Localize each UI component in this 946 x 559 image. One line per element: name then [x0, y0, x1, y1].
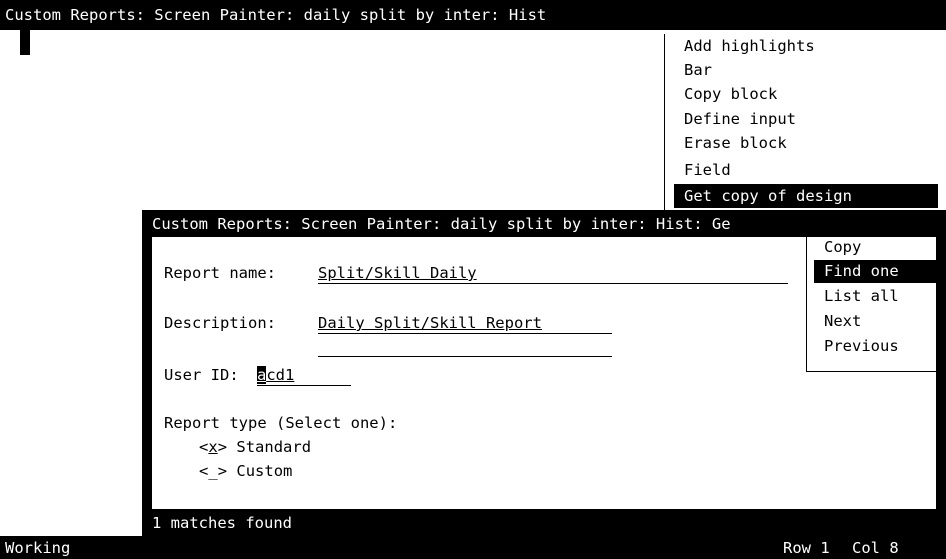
dialog-title-bar: Custom Reports: Screen Painter: daily sp…	[142, 210, 946, 237]
description-field-line-2[interactable]	[318, 336, 612, 357]
col-indicator: Col 8	[852, 539, 899, 557]
window-title: Custom Reports: Screen Painter: daily sp…	[5, 6, 547, 24]
radio-standard-mark: x	[208, 438, 218, 456]
user-id-label: User ID:	[164, 366, 239, 384]
radio-custom-mark: _	[208, 462, 218, 480]
report-name-field[interactable]: Split/Skill Daily	[318, 263, 788, 284]
match-status: 1 matches found	[152, 514, 292, 532]
find-submenu: Copy Find one List all Next Previous	[806, 237, 936, 375]
radio-custom[interactable]: <_>	[199, 462, 227, 480]
submenu-item-previous[interactable]: Previous	[814, 335, 936, 358]
menu-item-field[interactable]: Field	[674, 158, 938, 182]
menu-item-add-highlights[interactable]: Add highlights	[674, 34, 938, 58]
menu-item-copy-block[interactable]: Copy block	[674, 82, 938, 106]
menu-item-get-copy-of-design[interactable]: Get copy of design	[674, 184, 938, 208]
bottom-status-bar: Working Row 1 Col 8	[0, 536, 946, 559]
description-label: Description:	[164, 314, 276, 332]
submenu-bottom-divider	[806, 371, 936, 372]
menu-divider	[664, 34, 665, 210]
submenu-item-copy[interactable]: Copy	[814, 236, 936, 259]
submenu-divider	[806, 237, 807, 371]
working-status: Working	[5, 539, 71, 557]
action-menu: Add highlights Bar Copy block Define inp…	[664, 30, 946, 210]
submenu-item-list-all[interactable]: List all	[814, 285, 936, 308]
option-standard[interactable]: <x> Standard	[199, 435, 311, 459]
option-standard-label: Standard	[236, 438, 312, 456]
radio-standard[interactable]: <x>	[199, 438, 227, 456]
dialog-title: Custom Reports: Screen Painter: daily sp…	[152, 215, 731, 233]
dialog-right-border	[936, 237, 946, 509]
input-cursor: a	[257, 366, 267, 384]
menu-item-define-input[interactable]: Define input	[674, 107, 938, 131]
row-indicator: Row 1	[783, 539, 830, 557]
text-cursor	[20, 30, 30, 55]
option-custom-label: Custom	[236, 462, 293, 480]
report-type-label: Report type (Select one):	[164, 414, 398, 432]
user-id-field[interactable]: acd1	[257, 365, 351, 386]
menu-item-bar[interactable]: Bar	[674, 58, 938, 82]
description-field[interactable]: Daily Split/Skill Report	[318, 313, 612, 334]
option-custom[interactable]: <_> Custom	[199, 459, 292, 483]
user-id-value: cd1	[266, 366, 295, 384]
menu-item-erase-block[interactable]: Erase block	[674, 131, 938, 155]
window-title-bar: Custom Reports: Screen Painter: daily sp…	[0, 0, 946, 30]
dialog-status-bar: 1 matches found	[142, 509, 946, 536]
submenu-item-next[interactable]: Next	[814, 310, 936, 333]
report-name-label: Report name:	[164, 264, 276, 282]
dialog-left-border	[142, 237, 152, 509]
submenu-item-find-one[interactable]: Find one	[814, 260, 936, 283]
